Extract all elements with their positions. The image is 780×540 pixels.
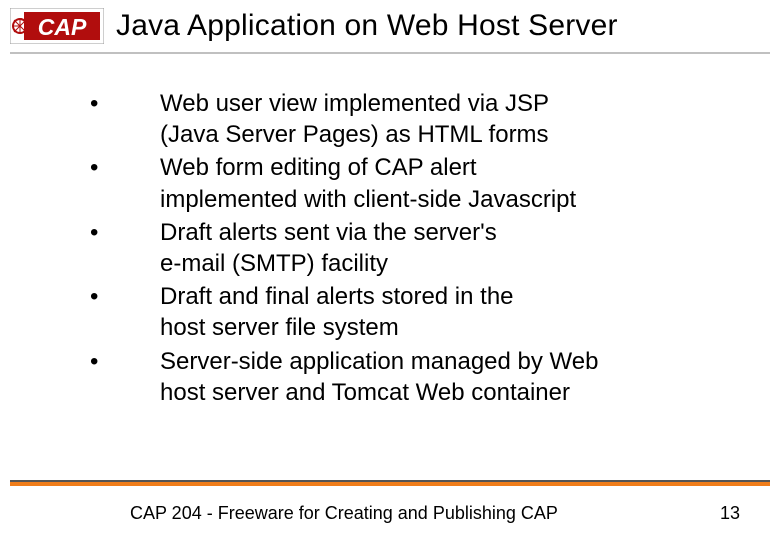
list-item: • Draft and final alerts stored in the h… (90, 281, 760, 343)
bullet-marker: • (90, 152, 160, 183)
list-item: • Web user view implemented via JSP (Jav… (90, 88, 760, 150)
list-item: • Draft alerts sent via the server's e-m… (90, 217, 760, 279)
slide-title: Java Application on Web Host Server (116, 9, 618, 43)
bullet-marker: • (90, 281, 160, 312)
bullet-marker: • (90, 346, 160, 377)
bullet-text: Web form editing of CAP alert implemente… (160, 152, 576, 214)
cap-logo: CAP (10, 8, 104, 44)
page-number: 13 (720, 503, 740, 524)
list-item: • Web form editing of CAP alert implemen… (90, 152, 760, 214)
footer-text: CAP 204 - Freeware for Creating and Publ… (130, 503, 558, 524)
bullet-text: Draft alerts sent via the server's e-mai… (160, 217, 497, 279)
slide-header: CAP Java Application on Web Host Server (0, 0, 780, 48)
bullet-text: Draft and final alerts stored in the hos… (160, 281, 514, 343)
slide-footer: CAP 204 - Freeware for Creating and Publ… (0, 503, 780, 524)
bullet-marker: • (90, 217, 160, 248)
bullet-marker: • (90, 88, 160, 119)
svg-text:CAP: CAP (38, 14, 87, 40)
bullet-text: Server-side application managed by Web h… (160, 346, 598, 408)
slide-body: • Web user view implemented via JSP (Jav… (0, 54, 780, 408)
list-item: • Server-side application managed by Web… (90, 346, 760, 408)
bullet-text: Web user view implemented via JSP (Java … (160, 88, 549, 150)
footer-divider (10, 480, 770, 486)
